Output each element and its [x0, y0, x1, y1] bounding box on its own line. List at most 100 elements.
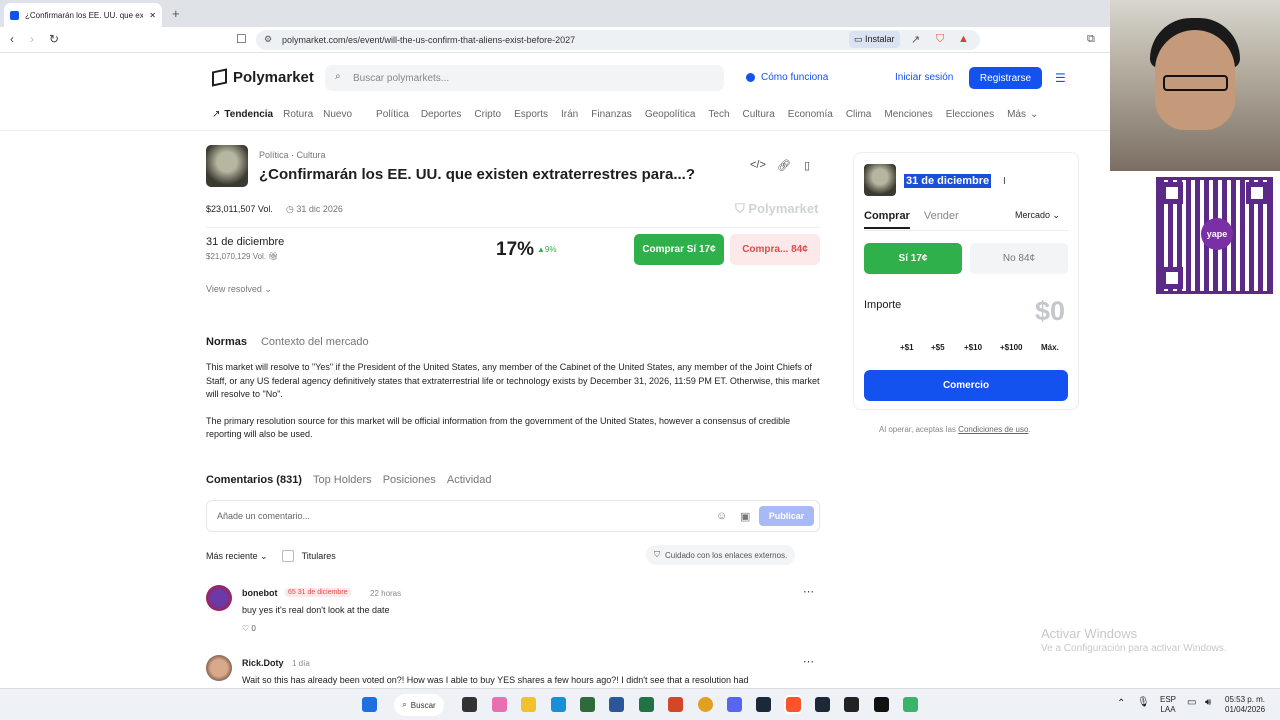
- app-icon[interactable]: [844, 697, 859, 712]
- tab-activity[interactable]: Actividad: [447, 474, 492, 486]
- extensions-icon[interactable]: ⧉: [1087, 33, 1095, 46]
- gif-icon[interactable]: ▣: [740, 510, 750, 523]
- category-cultura[interactable]: Cultura: [743, 109, 775, 120]
- avatar[interactable]: [206, 585, 232, 611]
- category-clima[interactable]: Clima: [846, 109, 872, 120]
- outcome-label[interactable]: 31 de diciembre: [206, 236, 284, 248]
- polymarket-logo[interactable]: Polymarket: [212, 68, 314, 87]
- clock[interactable]: 05:53 p. m. 01/04/2026: [1225, 695, 1265, 715]
- new-tab-icon[interactable]: +: [172, 6, 180, 21]
- category-tag-cultura[interactable]: Cultura: [297, 150, 326, 160]
- quick-amount-max[interactable]: Máx.: [1041, 343, 1059, 352]
- category-iran[interactable]: Irán: [561, 109, 578, 120]
- category-elecciones[interactable]: Elecciones: [946, 109, 994, 120]
- microphone-icon[interactable]: 🎙︎: [1137, 698, 1150, 708]
- obs-icon[interactable]: [874, 697, 889, 712]
- category-geopolitica[interactable]: Geopolítica: [645, 109, 696, 120]
- word-icon[interactable]: [609, 697, 624, 712]
- steam-icon[interactable]: [815, 697, 830, 712]
- publish-button[interactable]: Publicar: [759, 506, 814, 526]
- volume-icon[interactable]: 🔊︎: [1205, 698, 1211, 708]
- category-tendencia[interactable]: Tendencia: [224, 109, 273, 120]
- browser-tab[interactable]: ¿Confirmarán los EE. UU. que existen... …: [4, 3, 162, 27]
- comment-input[interactable]: Añade un comentario...: [206, 500, 820, 532]
- taskbar-search[interactable]: ⌕ Buscar: [394, 694, 444, 716]
- avatar[interactable]: [206, 655, 232, 681]
- menu-icon[interactable]: ☰: [1055, 71, 1066, 85]
- copilot-icon[interactable]: [492, 697, 507, 712]
- forward-icon[interactable]: ›: [30, 32, 34, 46]
- category-tech[interactable]: Tech: [708, 109, 729, 120]
- yes-outcome-button[interactable]: Sí 17¢: [864, 243, 962, 274]
- no-outcome-button[interactable]: No 84¢: [970, 243, 1068, 274]
- minecraft-icon[interactable]: [580, 697, 595, 712]
- category-finanzas[interactable]: Finanzas: [591, 109, 632, 120]
- emoji-icon[interactable]: ☺: [716, 510, 727, 522]
- install-app-button[interactable]: ▭ Instalar: [849, 31, 900, 48]
- language-indicator[interactable]: ESP LAA: [1160, 695, 1176, 715]
- quick-amount-1[interactable]: +$1: [900, 343, 914, 352]
- powerpoint-icon[interactable]: [668, 697, 683, 712]
- share-icon[interactable]: ↗: [911, 33, 920, 46]
- sort-dropdown[interactable]: Más reciente ⌄: [206, 551, 268, 562]
- tab-sell[interactable]: Vender: [924, 210, 959, 229]
- buy-yes-button[interactable]: Comprar Sí 17¢: [634, 234, 724, 265]
- brave-icon[interactable]: [784, 695, 803, 714]
- tab-comments[interactable]: Comentarios (831): [206, 474, 302, 486]
- quick-amount-5[interactable]: +$5: [931, 343, 945, 352]
- brave-shield-icon[interactable]: ⛉: [936, 33, 944, 46]
- network-icon[interactable]: ▭: [1187, 698, 1196, 708]
- chrome-icon[interactable]: [698, 697, 713, 712]
- quick-amount-10[interactable]: +$10: [964, 343, 982, 352]
- bookmark-market-icon[interactable]: ▯: [804, 159, 810, 172]
- discord-icon[interactable]: [727, 697, 742, 712]
- like-button[interactable]: ♡ 0: [242, 624, 256, 633]
- back-icon[interactable]: ‹: [10, 32, 14, 46]
- category-politica[interactable]: Política: [376, 109, 409, 120]
- terms-link[interactable]: Condiciones de uso: [958, 425, 1028, 434]
- login-button[interactable]: Iniciar sesión: [895, 72, 953, 83]
- tray-overflow-icon[interactable]: ⌃: [1117, 699, 1125, 709]
- task-view-icon[interactable]: [462, 697, 477, 712]
- edge-icon[interactable]: [551, 697, 566, 712]
- category-menciones[interactable]: Menciones: [884, 109, 932, 120]
- reload-icon[interactable]: ↻: [49, 32, 59, 46]
- order-type-dropdown[interactable]: Mercado ⌄: [1015, 210, 1060, 221]
- tab-positions[interactable]: Posiciones: [383, 474, 436, 486]
- embed-icon[interactable]: </>: [750, 159, 766, 171]
- category-tag-politica[interactable]: Política: [259, 150, 289, 160]
- signup-button[interactable]: Registrarse: [969, 67, 1042, 89]
- category-esports[interactable]: Esports: [514, 109, 548, 120]
- windows-start-icon[interactable]: [362, 697, 377, 712]
- more-options-icon[interactable]: ⋯: [803, 585, 814, 598]
- file-explorer-icon[interactable]: [521, 697, 536, 712]
- category-economia[interactable]: Economía: [788, 109, 833, 120]
- buy-no-button[interactable]: Compra... 84¢: [730, 234, 820, 265]
- category-mas[interactable]: Más: [1007, 109, 1026, 120]
- excel-icon[interactable]: [639, 697, 654, 712]
- close-tab-icon[interactable]: ✕: [149, 11, 156, 20]
- tab-buy[interactable]: Comprar: [864, 210, 910, 229]
- trade-button[interactable]: Comercio: [864, 370, 1068, 401]
- category-nuevo[interactable]: Nuevo: [323, 109, 352, 120]
- bookmark-icon[interactable]: ☐: [236, 32, 247, 46]
- tab-market-context[interactable]: Contexto del mercado: [261, 336, 369, 348]
- category-cripto[interactable]: Cripto: [474, 109, 501, 120]
- comment-username[interactable]: Rick.Doty: [242, 658, 284, 668]
- brave-rewards-icon[interactable]: ▲: [958, 33, 969, 45]
- link-icon[interactable]: 🔗︎: [777, 159, 791, 172]
- site-info-icon[interactable]: ⚙: [264, 34, 272, 45]
- more-options-icon[interactable]: ⋯: [803, 655, 814, 668]
- amount-input[interactable]: $0: [1035, 296, 1065, 327]
- comment-username[interactable]: bonebot: [242, 588, 278, 598]
- steam-icon[interactable]: [756, 697, 771, 712]
- holders-checkbox[interactable]: [281, 550, 294, 562]
- tab-top-holders[interactable]: Top Holders: [313, 474, 372, 486]
- quick-amount-100[interactable]: +$100: [1000, 343, 1022, 352]
- tab-rules[interactable]: Normas: [206, 336, 247, 348]
- category-deportes[interactable]: Deportes: [421, 109, 462, 120]
- app-icon[interactable]: [903, 697, 918, 712]
- category-rotura[interactable]: Rotura: [283, 109, 313, 120]
- search-input[interactable]: ⌕ Buscar polymarkets...: [325, 65, 724, 91]
- how-it-works-link[interactable]: Cómo funciona: [746, 72, 828, 83]
